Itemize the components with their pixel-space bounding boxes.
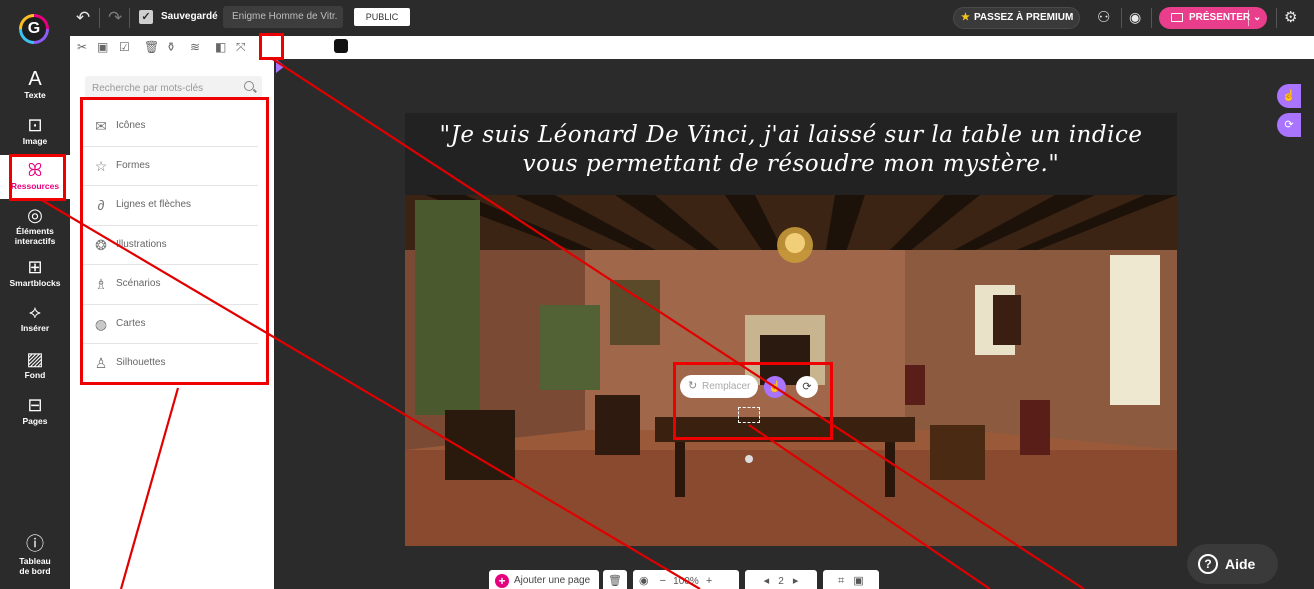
- zoom-out-button[interactable]: −: [660, 575, 666, 587]
- side-animation-button[interactable]: ⟳: [1277, 113, 1301, 137]
- add-page-button[interactable]: + Ajouter une page: [489, 570, 599, 589]
- rail-item-image[interactable]: ⊡ Image: [0, 115, 70, 151]
- page-navigator: ◂ 2 ▸: [745, 570, 817, 589]
- view-controls: ⌗ ▣: [823, 570, 879, 589]
- interactive-icon: ◎: [27, 205, 43, 225]
- save-status: Sauvegardé: [161, 11, 218, 22]
- trash-icon: 🗑: [608, 575, 622, 587]
- cut-icon[interactable]: ✂: [77, 39, 87, 55]
- hand-pointer-icon: ☝: [1282, 90, 1296, 102]
- crop-grid-icon[interactable]: ⌗: [838, 575, 844, 587]
- rail-label: Image: [22, 136, 48, 146]
- rail-item-inserer[interactable]: ⟡ Insérer: [0, 302, 70, 336]
- divider: [99, 8, 100, 28]
- delete-icon[interactable]: 🗑: [144, 39, 159, 55]
- divider: [1121, 8, 1122, 28]
- page-number: 2: [778, 576, 784, 587]
- annotation-box-replace: [673, 362, 833, 440]
- side-interactivity-button[interactable]: ☝: [1277, 84, 1301, 108]
- layers-icon[interactable]: ≋: [190, 39, 200, 55]
- help-button[interactable]: ? Aide: [1187, 544, 1278, 584]
- rail-item-tableau-de-bord[interactable]: ⓘ Tableau de bord: [0, 534, 70, 582]
- quote-line-1: "Je suis Léonard De Vinci, j'ai laissé s…: [439, 122, 1143, 148]
- annotation-box-ressources: [9, 154, 66, 201]
- divider: [1151, 8, 1152, 28]
- quote-text-box[interactable]: "Je suis Léonard De Vinci, j'ai laissé s…: [405, 113, 1177, 195]
- add-collaborator-icon[interactable]: ⚇: [1097, 9, 1110, 26]
- check-icon: ✓: [139, 10, 153, 24]
- screen-icon: [1171, 13, 1183, 22]
- annotation-box-resource-list: [80, 97, 269, 385]
- visibility-badge[interactable]: PUBLIC: [354, 8, 410, 26]
- dashboard-icon: ⓘ: [26, 534, 44, 554]
- rail-item-pages[interactable]: ⊟ Pages: [0, 395, 70, 429]
- chevron-down-icon[interactable]: ⌄: [1253, 7, 1261, 29]
- help-label: Aide: [1225, 556, 1256, 572]
- rail-label: Pages: [22, 416, 48, 426]
- text-icon: A: [28, 68, 42, 90]
- premium-button[interactable]: ★ PASSEZ À PREMIUM: [953, 7, 1080, 29]
- copy-icon[interactable]: ▣: [97, 39, 108, 55]
- image-icon: ⊡: [27, 115, 43, 135]
- undo-icon[interactable]: ↶: [76, 9, 90, 26]
- genially-logo-icon[interactable]: [19, 14, 49, 44]
- insert-icon: ⟡: [29, 302, 41, 322]
- next-page-icon[interactable]: ▸: [793, 575, 799, 587]
- redo-icon[interactable]: ↷: [108, 9, 122, 26]
- project-title-field[interactable]: Enigme Homme de Vitr.: [223, 6, 343, 28]
- zoom-in-button[interactable]: +: [706, 575, 712, 587]
- rail-label: Éléments interactifs: [14, 226, 56, 246]
- rail-label: Texte: [24, 90, 46, 100]
- smartblocks-icon: ⊞: [27, 257, 43, 277]
- rail-item-fond[interactable]: ▨ Fond: [0, 349, 70, 383]
- quote-line-2: vous permettant de résoudre mon mystère.…: [522, 151, 1060, 177]
- prev-page-icon[interactable]: ◂: [764, 575, 770, 587]
- present-button[interactable]: PRÉSENTER ⌄: [1159, 7, 1267, 29]
- zoom-controls: ◉ − 100% +: [633, 570, 739, 589]
- rotate-handle[interactable]: [745, 455, 753, 463]
- edit-toolbar: ✂ ▣ ☑ 🗑 ⚱ ≋ ◧ ⤧: [70, 36, 1314, 59]
- align-icon[interactable]: ◧: [215, 39, 226, 55]
- color-swatch[interactable]: [334, 39, 348, 53]
- rail-label: Fond: [24, 370, 46, 380]
- lock-icon[interactable]: ⚱: [166, 39, 176, 55]
- present-label: PRÉSENTER: [1189, 12, 1251, 23]
- dual-view-icon[interactable]: ▣: [853, 575, 863, 587]
- background-icon: ▨: [26, 349, 44, 369]
- slide-canvas[interactable]: "Je suis Léonard De Vinci, j'ai laissé s…: [405, 113, 1177, 546]
- divider: [1276, 8, 1277, 28]
- paste-icon[interactable]: ☑: [119, 39, 130, 55]
- rail-label: Smartblocks: [9, 278, 61, 288]
- settings-gear-icon[interactable]: ⚙: [1284, 9, 1297, 26]
- pages-icon: ⊟: [27, 395, 43, 415]
- question-icon: ?: [1198, 554, 1218, 574]
- rail-item-smartblocks[interactable]: ⊞ Smartblocks: [0, 257, 70, 291]
- preview-eye-icon[interactable]: ◉: [1129, 9, 1141, 26]
- plus-icon: +: [495, 574, 509, 588]
- divider: [1248, 10, 1249, 26]
- animation-icon: ⟳: [1284, 119, 1294, 131]
- delete-page-button[interactable]: 🗑: [603, 570, 627, 589]
- left-rail: A Texte ⊡ Image ꕤ Ressources ◎ Éléments …: [0, 59, 70, 589]
- rail-item-elements-interactifs[interactable]: ◎ Éléments interactifs: [0, 205, 70, 247]
- annotation-box-color: [259, 33, 284, 60]
- rail-label: Tableau de bord: [19, 556, 51, 576]
- add-page-label: Ajouter une page: [514, 575, 591, 586]
- divider: [129, 8, 130, 28]
- zoom-level: 100%: [673, 576, 699, 587]
- star-icon: ★: [961, 12, 970, 23]
- search-icon[interactable]: [244, 81, 254, 91]
- rail-item-texte[interactable]: A Texte: [0, 69, 70, 105]
- top-bar: ↶ ↷ ✓ Sauvegardé Enigme Homme de Vitr. P…: [0, 0, 1314, 44]
- fullscreen-icon[interactable]: ⤧: [236, 39, 246, 55]
- premium-label: PASSEZ À PREMIUM: [974, 12, 1074, 23]
- rail-label: Insérer: [20, 323, 50, 333]
- collapse-panel-arrow-icon[interactable]: [276, 59, 285, 73]
- preview-eye-icon[interactable]: ◉: [639, 575, 649, 587]
